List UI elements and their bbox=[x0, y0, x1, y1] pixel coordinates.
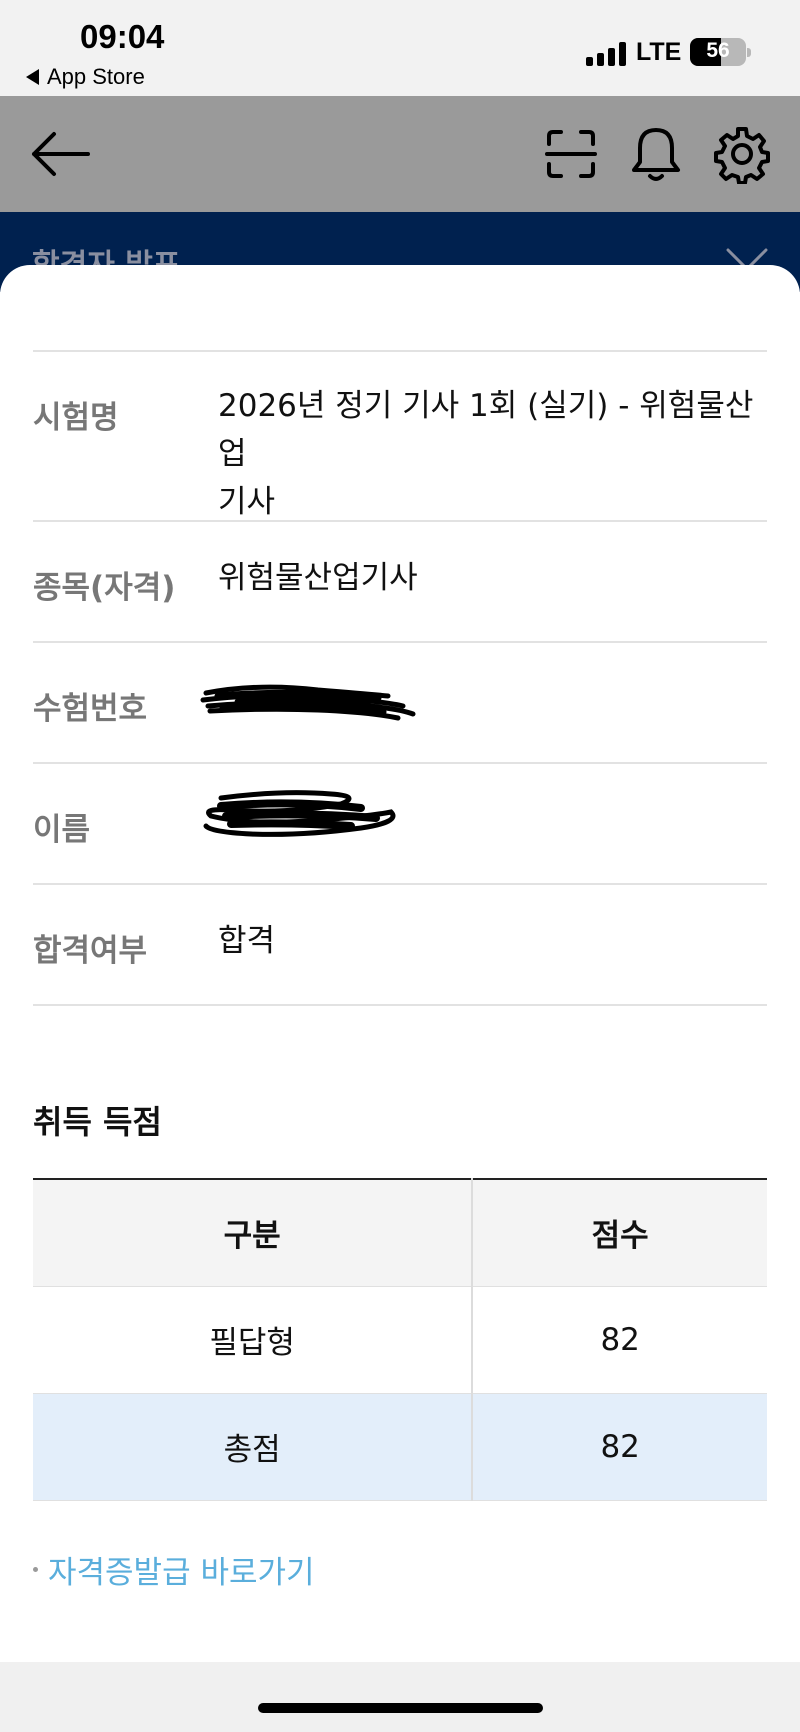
network-type: LTE bbox=[636, 38, 682, 66]
exam-number-row: 수험번호 bbox=[33, 643, 767, 764]
row-score: 82 bbox=[472, 1393, 767, 1501]
category-row: 종목(자격) 위험물산업기사 bbox=[33, 522, 767, 643]
scan-icon[interactable] bbox=[541, 124, 601, 184]
exam-number-label: 수험번호 bbox=[33, 691, 148, 727]
exam-name-label: 시험명 bbox=[33, 400, 119, 436]
bell-icon[interactable] bbox=[626, 124, 686, 184]
status-bar: 09:04 App Store LTE 56 bbox=[0, 0, 800, 96]
battery-icon: 56 bbox=[690, 38, 746, 66]
certificate-link[interactable]: 자격증발급 바로가기 bbox=[33, 1547, 315, 1592]
exam-name-row: 시험명 2026년 정기 기사 1회 (실기) - 위험물산업 기사 bbox=[33, 352, 767, 522]
result-row: 합격여부 합격 bbox=[33, 885, 767, 1006]
column-header-score: 점수 bbox=[472, 1179, 767, 1287]
exam-name-line2: 기사 bbox=[218, 484, 276, 520]
gear-icon[interactable] bbox=[712, 124, 772, 184]
row-category: 총점 bbox=[33, 1393, 474, 1501]
score-section-title: 취득 득점 bbox=[33, 1103, 162, 1141]
category-label: 종목(자격) bbox=[33, 570, 176, 606]
back-triangle-icon bbox=[26, 69, 39, 85]
result-value: 합격 bbox=[218, 923, 276, 959]
status-time: 09:04 bbox=[80, 18, 165, 55]
bullet-dot bbox=[33, 1567, 38, 1572]
category-value: 위험물산업기사 bbox=[218, 560, 418, 596]
exam-name-line1: 2026년 정기 기사 1회 (실기) - 위험물산업 bbox=[218, 388, 754, 472]
cellular-signal-icon bbox=[586, 42, 626, 66]
back-arrow-icon[interactable] bbox=[30, 124, 90, 184]
back-to-app-store[interactable]: App Store bbox=[26, 64, 145, 90]
certificate-link-label: 자격증발급 바로가기 bbox=[48, 1555, 315, 1591]
result-sheet: 시험명 2026년 정기 기사 1회 (실기) - 위험물산업 기사 종목(자격… bbox=[0, 265, 800, 1662]
back-app-label: App Store bbox=[47, 64, 145, 89]
name-row: 이름 bbox=[33, 764, 767, 885]
exam-name-value: 2026년 정기 기사 1회 (실기) - 위험물산업 기사 bbox=[218, 382, 767, 526]
table-row: 필답형 82 bbox=[33, 1286, 767, 1394]
row-score: 82 bbox=[472, 1286, 767, 1394]
battery-percent: 56 bbox=[706, 39, 730, 62]
score-table: 구분 점수 필답형 82 총점 82 bbox=[33, 1178, 767, 1501]
battery-cap bbox=[747, 48, 751, 57]
name-label: 이름 bbox=[33, 812, 91, 848]
redacted-name bbox=[203, 790, 396, 837]
table-row-total: 총점 82 bbox=[33, 1393, 767, 1501]
bottom-safe-area bbox=[0, 1662, 800, 1732]
row-category: 필답형 bbox=[33, 1286, 474, 1394]
home-indicator[interactable] bbox=[258, 1703, 543, 1713]
app-header bbox=[0, 96, 800, 212]
redacted-exam-number bbox=[200, 684, 416, 721]
column-header-category: 구분 bbox=[33, 1179, 474, 1287]
result-label: 합격여부 bbox=[33, 933, 148, 969]
score-table-header: 구분 점수 bbox=[33, 1179, 767, 1287]
